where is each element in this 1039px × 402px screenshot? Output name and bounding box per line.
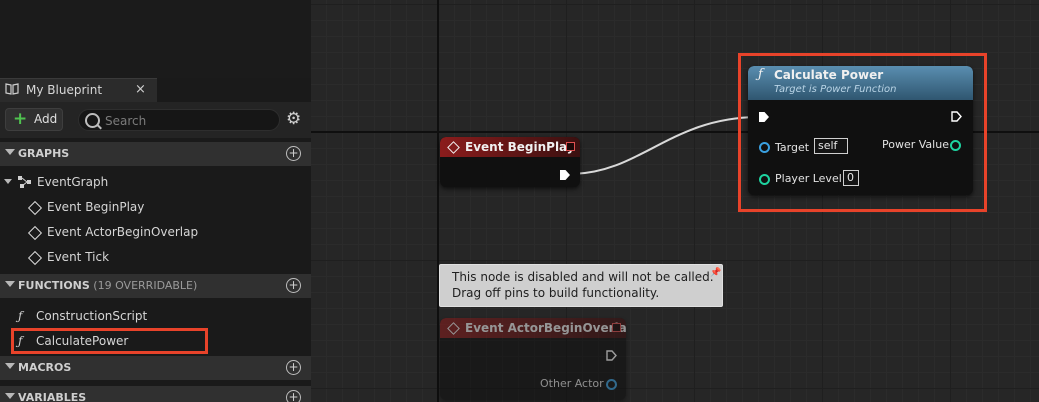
overridable-count: (19 OVERRIDABLE) <box>89 279 198 292</box>
add-function-icon[interactable]: + <box>286 278 301 293</box>
section-title: GRAPHS <box>18 147 70 160</box>
book-icon <box>5 83 19 97</box>
section-title-text: FUNCTIONS <box>18 279 90 292</box>
function-override-icon: ƒ <box>18 309 23 323</box>
my-blueprint-panel: My Blueprint × + Add ⚙ GRAPHS + Even <box>0 0 311 402</box>
exec-output-pin[interactable] <box>560 170 570 180</box>
tab-my-blueprint[interactable]: My Blueprint × <box>0 78 157 103</box>
tree-item-event-tick[interactable]: Event Tick <box>27 246 299 268</box>
search-icon <box>85 113 100 128</box>
graph-canvas[interactable]: Event BeginPlay ƒ Calculate Power Target… <box>311 0 1039 402</box>
node-event-actorbeginoverlap[interactable]: Event ActorBeginOverlap Other Actor <box>440 318 626 400</box>
comment-line-1: This node is disabled and will not be ca… <box>452 270 714 284</box>
tree-item-label: Event ActorBeginOverlap <box>47 225 199 239</box>
section-variables[interactable]: VARIABLES + <box>0 386 311 402</box>
tab-label: My Blueprint <box>26 83 103 97</box>
section-graphs[interactable]: GRAPHS + <box>0 142 311 166</box>
tree-item-constructionscript[interactable]: ƒ ConstructionScript <box>18 305 298 327</box>
delegate-pin-icon[interactable] <box>612 323 621 332</box>
calculate-power-highlight <box>738 53 987 212</box>
tree-item-label: Event Tick <box>47 250 110 264</box>
exec-output-pin[interactable] <box>606 350 617 361</box>
comment-line-2: Drag off pins to build functionality. <box>452 286 660 300</box>
add-button[interactable]: + Add <box>5 108 63 131</box>
section-functions[interactable]: FUNCTIONS (19 OVERRIDABLE) + <box>0 274 311 298</box>
collapse-arrow-icon <box>4 179 12 184</box>
disabled-node-comment: This node is disabled and will not be ca… <box>439 264 723 307</box>
tree-item-label: ConstructionScript <box>36 309 148 323</box>
section-title: MACROS <box>18 361 72 374</box>
section-title: FUNCTIONS (19 OVERRIDABLE) <box>18 279 197 292</box>
node-title: Event ActorBeginOverlap <box>465 321 626 335</box>
tree-item-eventgraph[interactable]: EventGraph <box>4 171 304 193</box>
delegate-pin-icon[interactable] <box>566 142 575 151</box>
event-icon <box>27 200 43 216</box>
section-title: VARIABLES <box>18 391 87 402</box>
tree-item-event-beginplay[interactable]: Event BeginPlay <box>27 196 299 218</box>
node-title: Event BeginPlay <box>465 140 575 154</box>
tree-item-label: Event BeginPlay <box>47 200 145 214</box>
plus-icon: + <box>13 109 28 129</box>
graph-icon <box>18 176 32 191</box>
add-button-label: Add <box>34 112 58 126</box>
search-input[interactable] <box>103 112 277 130</box>
add-variable-icon[interactable]: + <box>286 390 301 402</box>
collapse-arrow-icon <box>5 393 15 399</box>
tree-item-label: EventGraph <box>37 175 109 189</box>
event-icon <box>27 225 43 241</box>
gear-icon[interactable]: ⚙ <box>286 111 301 128</box>
collapse-arrow-icon <box>5 363 15 369</box>
search-box[interactable] <box>78 109 280 131</box>
tree-item-event-actorbeginoverlap[interactable]: Event ActorBeginOverlap <box>27 221 299 243</box>
pushpin-icon[interactable]: 📌 <box>710 268 721 278</box>
collapse-arrow-icon <box>5 281 15 287</box>
add-macro-icon[interactable]: + <box>286 360 301 375</box>
panel-toolbar: + Add <box>0 102 311 138</box>
add-graph-icon[interactable]: + <box>286 146 301 161</box>
event-icon <box>27 250 43 266</box>
close-icon[interactable]: × <box>135 82 146 97</box>
collapse-arrow-icon <box>5 149 15 155</box>
calculatepower-highlight <box>11 328 208 354</box>
node-event-beginplay[interactable]: Event BeginPlay <box>440 137 580 187</box>
panel-top-empty <box>0 0 311 78</box>
other-actor-label: Other Actor <box>540 377 604 390</box>
other-actor-pin[interactable] <box>606 379 617 390</box>
section-macros[interactable]: MACROS + <box>0 356 311 380</box>
